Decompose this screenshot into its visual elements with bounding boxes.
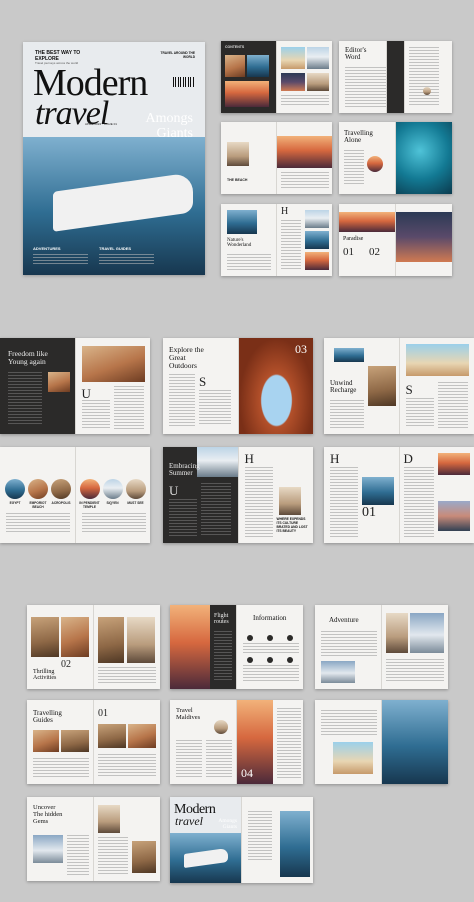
label-siqyen: SIQYEN bbox=[106, 501, 119, 505]
paradise-num-02: 02 bbox=[369, 246, 380, 258]
the-beach-label: THE BEACH bbox=[227, 178, 248, 182]
cover-bottom-text bbox=[33, 254, 88, 266]
travelling-alone-title: Travelling Alone bbox=[344, 129, 373, 145]
freedom-title: Freedom like Young again bbox=[8, 349, 48, 366]
spread-contents[interactable]: CONTENTS bbox=[221, 41, 332, 113]
info-icon-5 bbox=[267, 657, 273, 663]
explore-title: Explore the Great Outdoors bbox=[169, 345, 204, 370]
guides-num-01: 01 bbox=[98, 708, 108, 719]
cover-feature-title: Amongs Giants bbox=[145, 111, 193, 141]
cover-masthead-travel: travel bbox=[35, 95, 109, 132]
paradise-title: Paradise bbox=[343, 236, 364, 242]
cover-issue: APRIL 2024 · ISSUE 01 bbox=[85, 122, 117, 126]
label-acropolis: ACROPOLIS bbox=[51, 501, 71, 505]
circle-temple bbox=[79, 479, 100, 499]
circle-must-see bbox=[125, 479, 146, 499]
spread-natures-wonderland[interactable]: Nature's Wonderland H bbox=[221, 204, 332, 276]
explore-num-03: 03 bbox=[295, 342, 307, 356]
travelling-guides-title: Travelling Guides bbox=[33, 709, 62, 725]
label-must-see: MUST SEE bbox=[127, 501, 144, 505]
info-icon-6 bbox=[287, 657, 293, 663]
spread-embracing-summer[interactable]: Embracing Summer U H WHERE EXPENDS ITS C… bbox=[163, 447, 313, 543]
spread-travelling-guides[interactable]: Travelling Guides 01 bbox=[27, 700, 160, 784]
unwind-title: Unwind Recharge bbox=[330, 379, 357, 395]
spread-explore-outdoors[interactable]: Explore the Great Outdoors S 03 bbox=[163, 338, 313, 434]
circle-acropolis bbox=[51, 479, 71, 499]
embracing-title: Embracing Summer bbox=[169, 462, 200, 478]
info-icon-1 bbox=[247, 635, 253, 641]
thrilling-title: Thrilling Activities bbox=[33, 669, 57, 682]
circle-emporiot bbox=[28, 479, 48, 499]
uncover-title: Uncover The hidden Gems bbox=[33, 804, 63, 825]
spread-back-cover[interactable]: Modern travel Amongs Giants bbox=[170, 797, 313, 883]
circle-egypt bbox=[5, 479, 25, 499]
spread-travel-maldives[interactable]: Travel Maldives 04 bbox=[170, 700, 303, 784]
feature-num-01: 01 bbox=[362, 505, 376, 520]
editors-word-title: Editor's Word bbox=[345, 46, 367, 62]
cover-right-text: TRAVEL AROUND THE WORLD bbox=[160, 51, 195, 60]
natures-wonderland-title: Nature's Wonderland bbox=[227, 238, 252, 249]
spread-the-beach[interactable]: THE BEACH bbox=[221, 122, 332, 194]
info-icon-4 bbox=[247, 657, 253, 663]
spread-flight-information[interactable]: Flight routes Information bbox=[170, 605, 303, 689]
spread-unwind-recharge[interactable]: Unwind Recharge S bbox=[324, 338, 474, 434]
cover-bottom-left: ADVENTURES bbox=[33, 246, 61, 251]
adventure-title: Adventure bbox=[329, 616, 359, 624]
info-icon-3 bbox=[287, 635, 293, 641]
cover-bottom-text-2 bbox=[99, 254, 154, 266]
spread-thrilling-activities[interactable]: 02 Thrilling Activities bbox=[27, 605, 160, 689]
info-icon-2 bbox=[267, 635, 273, 641]
pull-quote: WHERE EXPENDS ITS CULTURE BRATED AND LOS… bbox=[276, 517, 308, 534]
back-masthead-travel: travel bbox=[175, 814, 203, 828]
spread-paradise[interactable]: Paradise 01 02 bbox=[339, 204, 452, 276]
spread-freedom[interactable]: Freedom like Young again U bbox=[0, 338, 150, 434]
spread-seascape[interactable] bbox=[315, 700, 448, 784]
label-emporiot: EMPORIOT BEACH bbox=[29, 501, 47, 509]
underwater-photo bbox=[396, 122, 452, 194]
flight-title: Flight routes bbox=[214, 613, 229, 626]
barcode bbox=[173, 77, 195, 87]
maldives-title: Travel Maldives bbox=[176, 707, 201, 721]
thrilling-num-02: 02 bbox=[61, 659, 71, 670]
cover-bottom-mid: TRAVEL GUIDES bbox=[99, 246, 132, 251]
contents-label: CONTENTS bbox=[225, 45, 245, 49]
spread-travelling-alone[interactable]: Travelling Alone bbox=[339, 122, 452, 194]
information-title: Information bbox=[253, 614, 287, 622]
circle-siqyen bbox=[102, 479, 123, 499]
label-temple: IN PENDIENT TEMPLE bbox=[79, 501, 100, 509]
maldives-num-04: 04 bbox=[241, 766, 253, 780]
spread-editors-word[interactable]: Editor's Word bbox=[339, 41, 452, 113]
spread-01-feature[interactable]: H 01 D bbox=[324, 447, 474, 543]
back-feature: Amongs Giants bbox=[218, 818, 237, 830]
paradise-num-01: 01 bbox=[343, 246, 354, 258]
spread-uncover-gems[interactable]: Uncover The hidden Gems bbox=[27, 797, 160, 881]
spread-adventure[interactable]: Adventure bbox=[315, 605, 448, 689]
magazine-cover[interactable]: THE BEST WAY TO EXPLORE Travel journeys … bbox=[23, 42, 205, 275]
spread-destinations[interactable]: EGYPT EMPORIOT BEACH ACROPOLIS IN PENDIE… bbox=[0, 447, 150, 543]
label-egypt: EGYPT bbox=[9, 501, 21, 505]
